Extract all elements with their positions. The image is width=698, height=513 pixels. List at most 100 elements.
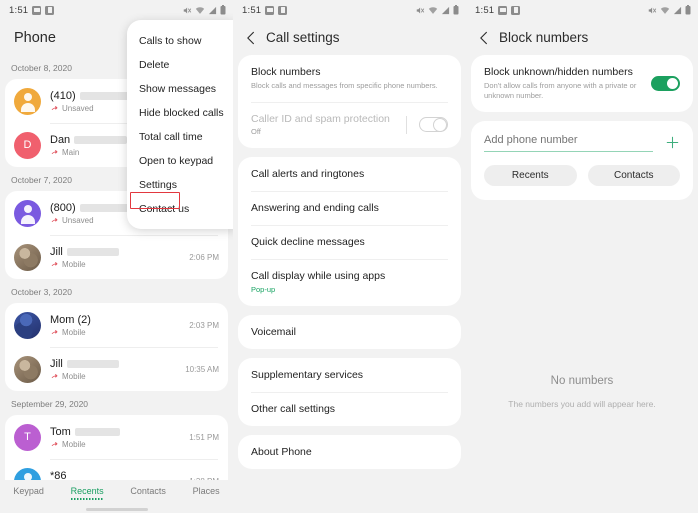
nav-item-keypad[interactable]: Keypad — [13, 486, 44, 499]
block-unknown-row[interactable]: Block unknown/hidden numbers Don't allow… — [471, 55, 693, 112]
settings-row-text: About Phone — [251, 446, 448, 458]
call-sub-line: Mobile — [50, 328, 185, 337]
settings-row-answering-and-ending-calls[interactable]: Answering and ending calls — [238, 191, 461, 225]
settings-group: Block numbers Block calls and messages fr… — [238, 55, 461, 149]
menu-item-contact-us[interactable]: Contact us — [127, 197, 233, 221]
signal-icon — [673, 6, 682, 14]
call-name-line: Mom (2) — [50, 314, 185, 326]
signal-icon — [208, 6, 217, 14]
call-time: 10:35 AM — [185, 364, 219, 374]
avatar — [14, 243, 41, 271]
call-sub-line: Mobile — [50, 260, 185, 269]
block-unknown-sub: Don't allow calls from anyone with a pri… — [484, 80, 637, 100]
call-info: Jill Mobile — [50, 246, 185, 269]
app-bar-call-settings: Call settings — [233, 20, 466, 55]
contact-name: Mom (2) — [50, 313, 91, 326]
menu-item-settings[interactable]: Settings — [127, 173, 233, 197]
call-type-label: Main — [62, 147, 80, 157]
settings-row-other-call-settings[interactable]: Other call settings — [238, 391, 461, 426]
call-log-row[interactable]: Jill Mobile 10:35 AM — [5, 347, 228, 391]
overflow-menu[interactable]: Calls to show Delete Show messages Hide blo… — [127, 20, 233, 229]
settings-row-voicemail[interactable]: Voicemail — [238, 315, 461, 349]
battery-icon — [685, 5, 691, 15]
call-info: Tom Mobile — [50, 426, 185, 449]
add-phone-number-input[interactable] — [484, 133, 653, 152]
block-unknown-group: Block unknown/hidden numbers Don't allow… — [471, 55, 693, 112]
settings-row-caller-id-and-spam-protection[interactable]: Caller ID and spam protection Off — [238, 101, 461, 149]
call-type-label: Unsaved — [62, 103, 94, 113]
settings-row-title: Other call settings — [251, 402, 336, 415]
contact-name: *86 — [50, 469, 67, 481]
wifi-icon — [428, 6, 438, 14]
date-header: October 3, 2020 — [11, 287, 72, 297]
contact-name: Jill — [50, 245, 63, 258]
call-type-label: Mobile — [62, 259, 86, 269]
menu-item-calls-to-show[interactable]: Calls to show — [127, 29, 233, 53]
menu-item-show-messages[interactable]: Show messages — [127, 77, 233, 101]
settings-row-text: Block numbers Block calls and messages fr… — [251, 66, 448, 91]
mute-icon — [648, 7, 657, 13]
call-info: Jill Mobile — [50, 358, 181, 381]
settings-group: About Phone — [238, 434, 461, 469]
call-name-line: Jill — [50, 246, 185, 258]
status-bar-1: 1:51 — [0, 0, 233, 20]
settings-row-call-alerts-and-ringtones[interactable]: Call alerts and ringtones — [238, 157, 461, 191]
call-time: 2:03 PM — [189, 320, 219, 330]
plus-icon[interactable] — [665, 135, 680, 150]
settings-row-toggle[interactable] — [419, 117, 448, 133]
call-time: 2:06 PM — [189, 252, 219, 262]
call-name-line: Jill — [50, 358, 181, 370]
call-type-label: Mobile — [62, 439, 86, 449]
document-icon — [45, 5, 55, 15]
settings-row-about-phone[interactable]: About Phone — [238, 435, 461, 469]
contact-name: Jill — [50, 357, 63, 370]
contact-name: (800) — [50, 201, 76, 214]
avatar — [14, 199, 41, 227]
date-header: September 29, 2020 — [11, 399, 89, 409]
document-icon — [511, 5, 521, 15]
nav-item-contacts[interactable]: Contacts — [130, 486, 166, 499]
settings-row-quick-decline-messages[interactable]: Quick decline messages — [238, 225, 461, 259]
call-log-row[interactable]: T Tom Mobile 1:51 PM — [5, 415, 228, 459]
settings-row-call-display-while-using-apps[interactable]: Call display while using apps Pop-up — [238, 259, 461, 306]
contact-name: Dan — [50, 133, 71, 146]
call-type-label: Mobile — [62, 327, 86, 337]
menu-item-delete[interactable]: Delete — [127, 53, 233, 77]
recents-chip[interactable]: Recents — [484, 164, 577, 186]
nav-item-recents[interactable]: Recents — [70, 486, 104, 500]
source-chips: Recents Contacts — [484, 164, 680, 186]
settings-row-supplementary-services[interactable]: Supplementary services — [238, 358, 461, 392]
missed-call-icon — [51, 374, 58, 378]
mute-icon — [416, 7, 425, 13]
call-log-row[interactable]: *86Unsaved1:38 PM — [5, 459, 228, 480]
image-icon — [265, 5, 275, 15]
image-icon — [498, 5, 508, 15]
menu-item-total-call-time[interactable]: Total call time — [127, 125, 233, 149]
call-log-row[interactable]: Mom (2) Mobile 2:03 PM — [5, 303, 228, 347]
menu-item-open-to-keypad[interactable]: Open to keypad — [127, 149, 233, 173]
status-time: 1:51 — [475, 4, 495, 16]
settings-row-block-numbers[interactable]: Block numbers Block calls and messages fr… — [238, 55, 461, 102]
battery-icon — [453, 5, 459, 15]
back-arrow-icon[interactable] — [243, 30, 259, 46]
menu-item-hide-blocked-calls[interactable]: Hide blocked calls — [127, 101, 233, 125]
settings-row-title: Supplementary services — [251, 368, 364, 381]
add-number-field[interactable] — [484, 133, 680, 152]
settings-group: Supplementary services Other call setting… — [238, 357, 461, 426]
block-unknown-toggle[interactable] — [651, 75, 680, 91]
contact-name: (410) — [50, 89, 76, 102]
back-arrow-icon[interactable] — [476, 30, 492, 46]
home-indicator — [85, 508, 148, 511]
screen-block-numbers: 1:51 Block numbers Block unknown/hidden … — [466, 0, 698, 513]
contacts-chip[interactable]: Contacts — [587, 164, 680, 186]
status-time: 1:51 — [9, 4, 29, 16]
missed-call-icon — [51, 150, 58, 154]
block-unknown-text: Block unknown/hidden numbers Don't allow… — [484, 66, 651, 101]
settings-group: Call alerts and ringtones Answering and e… — [238, 157, 461, 306]
call-log-row[interactable]: Jill Mobile 2:06 PM — [5, 235, 228, 279]
settings-group: Voicemail — [238, 314, 461, 349]
screen-call-settings: 1:51 Call settings Block numbers Block ca… — [233, 0, 466, 513]
block-unknown-title: Block unknown/hidden numbers — [484, 66, 633, 78]
nav-item-places[interactable]: Places — [193, 486, 220, 499]
settings-row-text: Other call settings — [251, 403, 448, 415]
